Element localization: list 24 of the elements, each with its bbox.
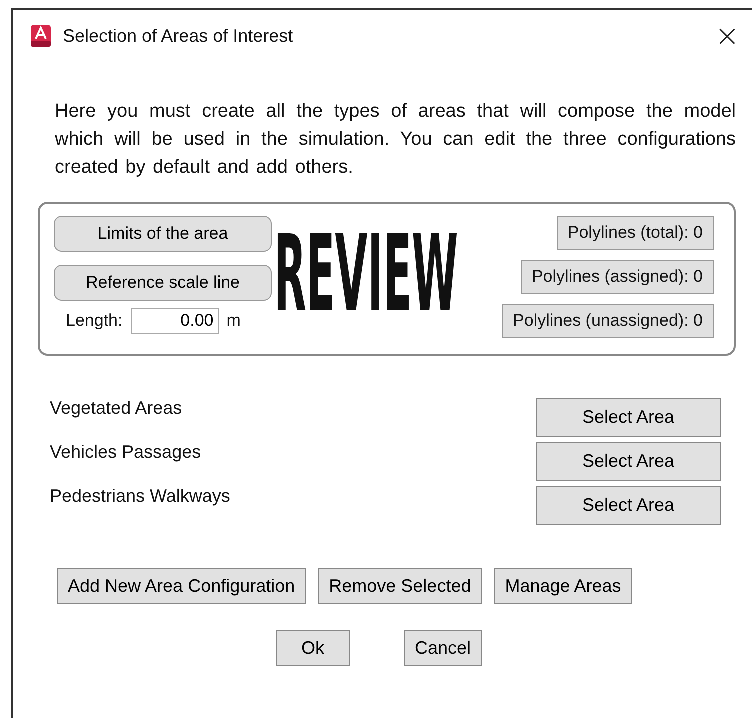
polyline-count: Polylines (unassigned): 0 bbox=[502, 304, 714, 338]
tool-button[interactable]: Reference scale line bbox=[54, 265, 272, 301]
action-button[interactable]: Remove Selected bbox=[318, 568, 482, 604]
close-button[interactable]: × bbox=[704, 18, 750, 54]
intro-text: Here you must create all the types of areas that will compose the model which will be used in the simulation. You can edit the three configurations created by default and add others. bbox=[55, 100, 736, 180]
length-field[interactable]: 0.00 bbox=[130, 308, 219, 334]
action-button[interactable]: Add New Area Configuration bbox=[57, 568, 306, 604]
tool-button[interactable]: Limits of the area bbox=[54, 216, 272, 252]
unit-label: m bbox=[226, 311, 241, 331]
review-label: REVIEW bbox=[274, 224, 458, 338]
area-name: Vehicles Passages bbox=[50, 442, 202, 463]
polyline-count: Polylines (assigned): 0 bbox=[520, 260, 714, 294]
polyline-count: Polylines (total): 0 bbox=[556, 216, 714, 250]
area-name: Pedestrians Walkways bbox=[50, 486, 230, 507]
select-area-button[interactable]: Select Area bbox=[536, 486, 721, 525]
select-area-button[interactable]: Select Area bbox=[536, 442, 721, 481]
dialog-button[interactable]: Cancel bbox=[404, 630, 482, 666]
length-label: Length: bbox=[66, 311, 123, 331]
app-logo-icon bbox=[31, 25, 51, 47]
window-title: Selection of Areas of Interest bbox=[63, 26, 294, 46]
area-name: Vegetated Areas bbox=[50, 398, 182, 419]
dialog-button[interactable]: Ok bbox=[276, 630, 350, 666]
action-button[interactable]: Manage Areas bbox=[494, 568, 632, 604]
select-area-button[interactable]: Select Area bbox=[536, 398, 721, 437]
